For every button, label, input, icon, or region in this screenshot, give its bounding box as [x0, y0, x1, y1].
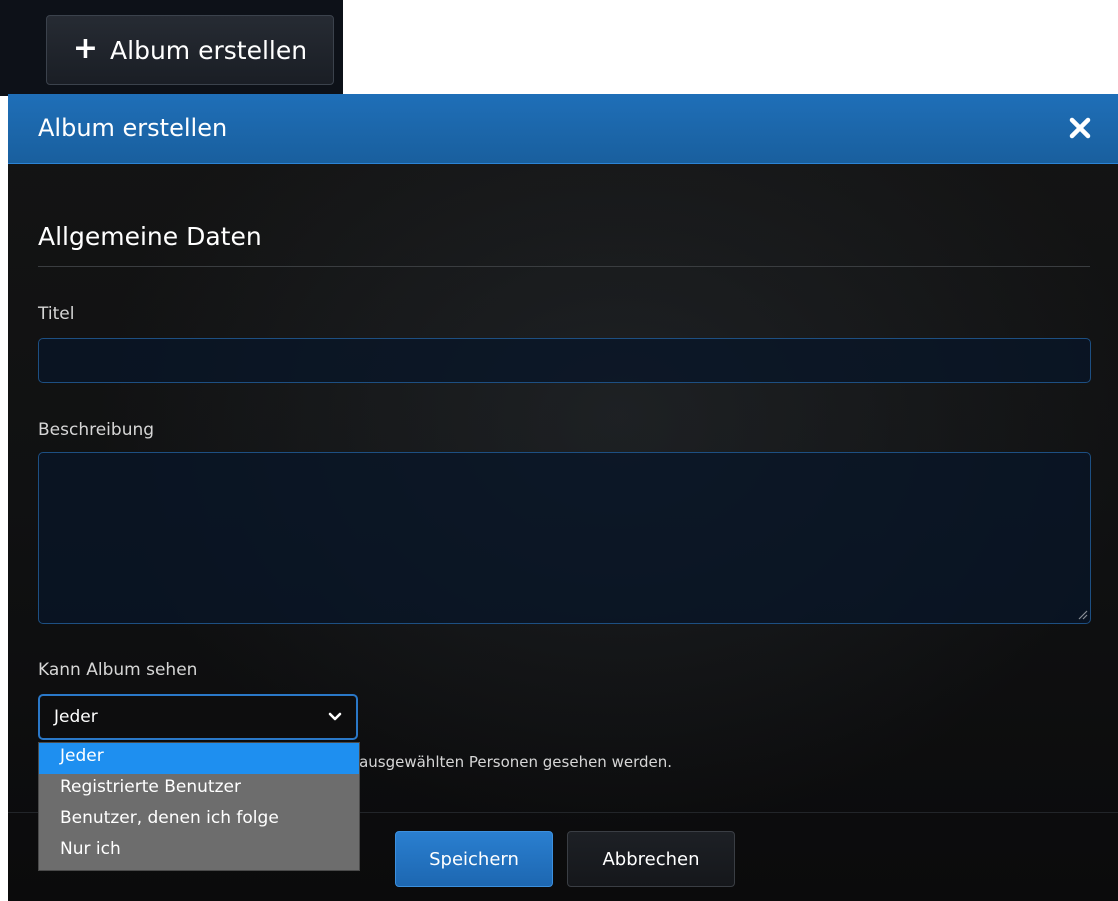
description-textarea[interactable]: [38, 452, 1091, 624]
cancel-button[interactable]: Abbrechen: [567, 831, 735, 887]
dropdown-option-benutzer-denen-ich-folge[interactable]: Benutzer, denen ich folge: [39, 805, 359, 836]
title-input[interactable]: [38, 338, 1091, 383]
section-title: Allgemeine Daten: [38, 222, 262, 251]
section-divider: [38, 266, 1090, 267]
create-album-label: Album erstellen: [110, 35, 308, 65]
title-label: Titel: [38, 304, 75, 324]
dropdown-option-jeder[interactable]: Jeder: [39, 743, 359, 774]
visibility-select[interactable]: Jeder: [38, 694, 358, 740]
resize-handle-icon[interactable]: [1078, 610, 1088, 620]
visibility-dropdown-list: Jeder Registrierte Benutzer Benutzer, de…: [38, 742, 360, 871]
plus-icon: +: [72, 30, 99, 66]
dropdown-option-nur-ich[interactable]: Nur ich: [39, 836, 359, 867]
close-icon[interactable]: [1068, 116, 1092, 140]
chevron-down-icon: [328, 712, 342, 721]
modal-title: Album erstellen: [38, 114, 228, 142]
description-label: Beschreibung: [38, 420, 155, 440]
visibility-selected-value: Jeder: [54, 707, 98, 727]
modal-header: Album erstellen: [8, 94, 1118, 164]
visibility-label: Kann Album sehen: [38, 660, 198, 680]
save-button[interactable]: Speichern: [395, 831, 553, 887]
top-toolbar: + Album erstellen: [0, 0, 343, 96]
dropdown-option-registrierte-benutzer[interactable]: Registrierte Benutzer: [39, 774, 359, 805]
create-album-button[interactable]: + Album erstellen: [46, 15, 334, 85]
